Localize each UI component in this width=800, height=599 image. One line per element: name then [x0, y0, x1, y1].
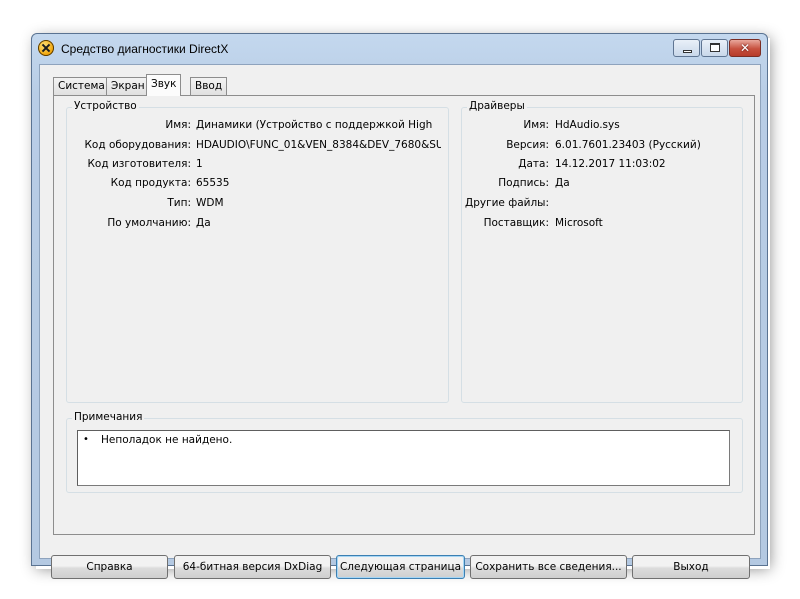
- close-button[interactable]: ✕: [729, 39, 761, 57]
- dxdiag-window: Средство диагностики DirectX ✕ Система Э…: [31, 33, 768, 579]
- help-button[interactable]: Справка: [51, 555, 168, 579]
- device-type-value: WDM: [196, 197, 224, 209]
- driver-provider-key: Поставщик:: [483, 217, 549, 229]
- device-product-value: 65535: [196, 177, 230, 189]
- window-title: Средство диагностики DirectX: [61, 42, 229, 56]
- title-bar[interactable]: Средство диагностики DirectX ✕: [32, 34, 767, 64]
- device-default-key: По умолчанию:: [107, 217, 191, 229]
- device-hwid-key: Код оборудования:: [84, 139, 191, 151]
- notes-group: Примечания • Неполадок не найдено.: [66, 411, 743, 493]
- device-group: Устройство Имя: Динамики (Устройство с п…: [66, 100, 449, 403]
- device-type-key: Тип:: [167, 197, 191, 209]
- notes-group-label: Примечания: [72, 411, 145, 423]
- next-page-button[interactable]: Следующая страница: [336, 555, 465, 579]
- note-item: Неполадок не найдено.: [101, 434, 233, 446]
- driver-provider-value: Microsoft: [555, 217, 603, 229]
- driver-other-files-key: Другие файлы:: [465, 197, 549, 209]
- device-product-key: Код продукта:: [110, 177, 191, 189]
- dxdiag-64bit-button[interactable]: 64-битная версия DxDiag: [174, 555, 331, 579]
- maximize-icon: [710, 43, 720, 52]
- close-icon: ✕: [739, 41, 751, 55]
- maximize-button[interactable]: [701, 39, 728, 57]
- exit-button[interactable]: Выход: [632, 555, 750, 579]
- device-hwid-value: HDAUDIO\FUNC_01&VEN_8384&DEV_7680&SUBSYS: [196, 139, 441, 151]
- device-default-value: Да: [196, 217, 211, 229]
- minimize-icon: [683, 50, 692, 53]
- driver-version-key: Версия:: [506, 139, 549, 151]
- device-name-key: Имя:: [165, 119, 191, 131]
- minimize-button[interactable]: [673, 39, 700, 57]
- notes-textbox[interactable]: • Неполадок не найдено.: [77, 430, 730, 486]
- tab-input[interactable]: Ввод: [190, 77, 228, 95]
- driver-name-key: Имя:: [523, 119, 549, 131]
- driver-date-key: Дата:: [518, 158, 549, 170]
- device-vendor-key: Код изготовителя:: [87, 158, 191, 170]
- drivers-group: Драйверы Имя: HdAudio.sys Версия: 6.01.7…: [461, 100, 743, 403]
- tab-system[interactable]: Система: [53, 77, 110, 95]
- device-name-value: Динамики (Устройство с поддержкой High: [196, 119, 433, 131]
- device-vendor-value: 1: [196, 158, 203, 170]
- save-all-info-button[interactable]: Сохранить все сведения...: [470, 555, 627, 579]
- driver-signed-value: Да: [555, 177, 570, 189]
- client-area: Система Экран Звук Ввод Устройство Имя: …: [39, 64, 761, 579]
- directx-app-icon: [38, 40, 54, 56]
- tab-display[interactable]: Экран: [106, 77, 150, 95]
- sound-tab-panel: Устройство Имя: Динамики (Устройство с п…: [53, 95, 755, 535]
- drivers-group-label: Драйверы: [467, 100, 527, 112]
- driver-signed-key: Подпись:: [498, 177, 549, 189]
- driver-version-value: 6.01.7601.23403 (Русский): [555, 139, 701, 151]
- device-group-label: Устройство: [72, 100, 139, 112]
- driver-date-value: 14.12.2017 11:03:02: [555, 158, 666, 170]
- driver-name-value: HdAudio.sys: [555, 119, 620, 131]
- note-bullet: •: [83, 434, 89, 445]
- tab-sound[interactable]: Звук: [146, 74, 182, 96]
